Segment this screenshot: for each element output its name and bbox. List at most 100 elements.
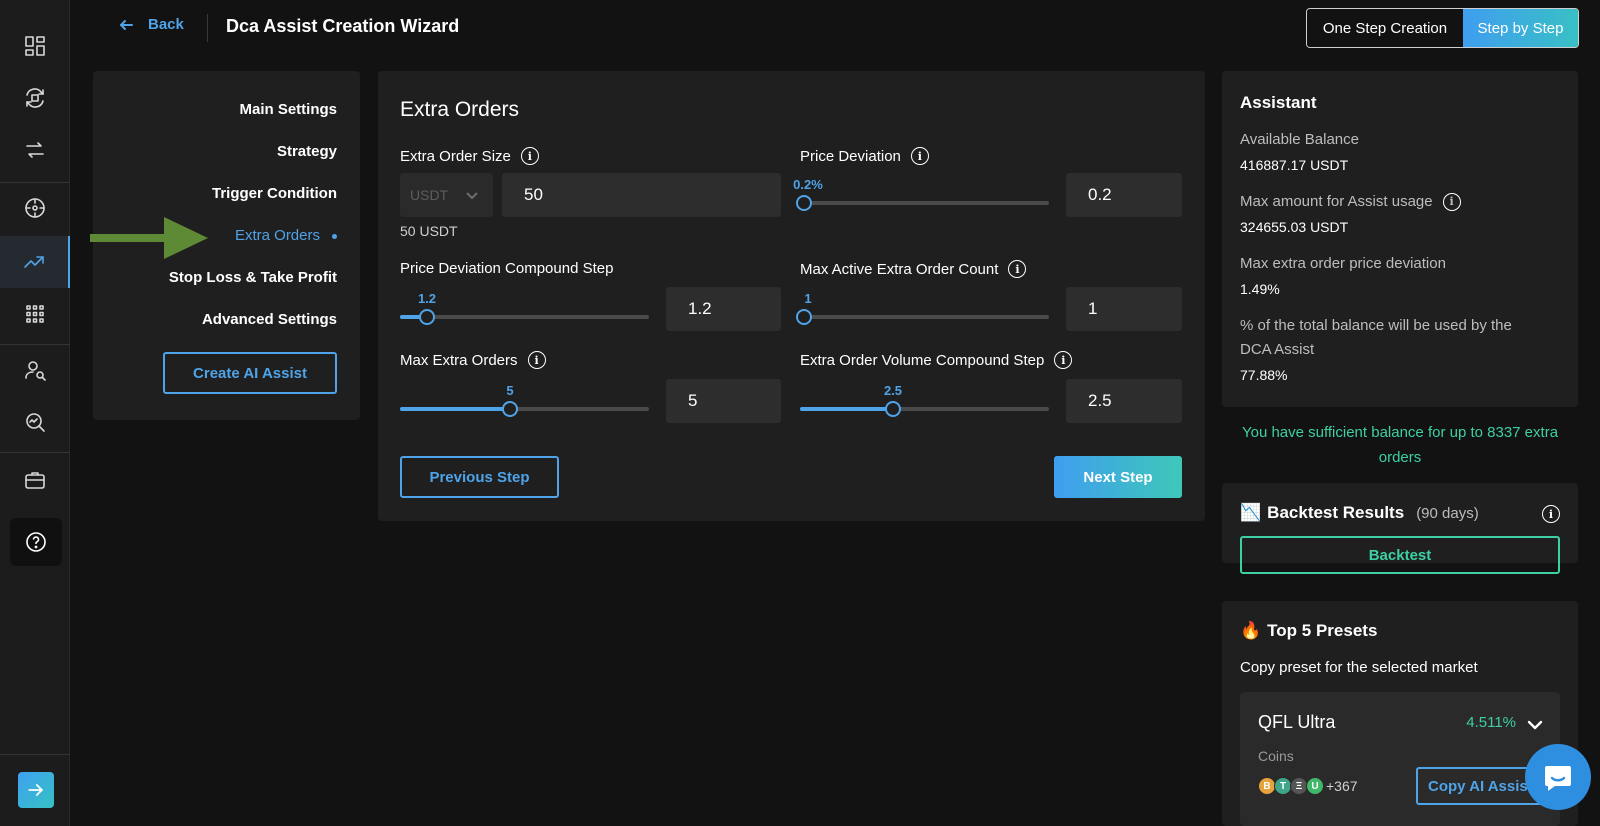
backtest-title-text: Backtest Results	[1267, 503, 1405, 522]
creation-mode-toggle: One Step Creation Step by Step	[1306, 8, 1579, 48]
section-heading: Extra Orders	[400, 98, 520, 121]
available-balance-value: 416887.17 USDT	[1240, 157, 1349, 173]
backtest-days: (90 days)	[1416, 504, 1479, 522]
info-icon[interactable]: i	[1054, 351, 1073, 369]
assistant-title: Assistant	[1240, 93, 1317, 112]
chevron-down-icon	[466, 192, 478, 200]
extra-orders-card: Extra Orders Extra Order Size i USDT 50 …	[378, 71, 1205, 521]
slider-value-label: 1.2	[417, 291, 437, 306]
page-title: Dca Assist Creation Wizard	[226, 16, 460, 36]
currency-select[interactable]: USDT	[400, 173, 493, 217]
step-extra-orders-label: Extra Orders	[234, 227, 320, 244]
presets-description: Copy preset for the selected market	[1240, 659, 1478, 676]
target-icon[interactable]	[0, 186, 70, 230]
info-icon[interactable]: i	[1442, 193, 1461, 211]
compound-step-text: Price Deviation Compound Step	[400, 260, 614, 277]
grid-apps-icon[interactable]	[0, 292, 70, 336]
max-amount-label: Max amount for Assist usage i	[1240, 190, 1461, 214]
assistant-panel: Assistant Available Balance 416887.17 US…	[1222, 71, 1578, 407]
bots-cycle-icon[interactable]	[0, 76, 70, 120]
slider-value-label: 0.2%	[793, 177, 823, 192]
chat-launcher-icon[interactable]	[1525, 744, 1591, 810]
info-icon[interactable]: i	[1542, 505, 1560, 523]
create-ai-assist-button[interactable]: Create AI Assist	[163, 352, 337, 394]
compound-step-input[interactable]: 1.2	[666, 287, 781, 331]
more-coins-count: +367	[1326, 778, 1358, 794]
info-icon[interactable]: i	[910, 147, 929, 165]
sufficient-line1: You have sufficient balance for up to 83…	[1241, 424, 1559, 441]
slider-value-label: 5	[506, 383, 514, 398]
max-active-text: Max Active Extra Order Count	[800, 260, 999, 278]
max-active-slider[interactable]: 1	[796, 291, 1049, 325]
analytics-search-icon[interactable]	[0, 400, 70, 444]
slider-value-label: 2.5	[883, 383, 903, 398]
max-active-input[interactable]: 1	[1066, 287, 1182, 331]
active-step-dot	[332, 233, 337, 239]
step-stop-loss-take-profit[interactable]: Stop Loss & Take Profit	[169, 269, 337, 286]
info-icon[interactable]: i	[520, 147, 539, 165]
previous-step-button[interactable]: Previous Step	[400, 456, 559, 498]
briefcase-icon[interactable]	[0, 458, 70, 502]
fire-icon: 🔥	[1240, 621, 1262, 640]
coin-icon: U	[1306, 777, 1324, 795]
step-by-step-button[interactable]: Step by Step	[1463, 9, 1578, 47]
step-extra-orders[interactable]: Extra Orders	[235, 227, 337, 244]
slider-thumb[interactable]	[419, 309, 435, 325]
help-icon[interactable]	[10, 518, 62, 566]
backtest-title: 📉 Backtest Results (90 days)	[1240, 503, 1479, 523]
chevron-down-icon[interactable]	[1526, 716, 1544, 734]
user-search-icon[interactable]	[0, 348, 70, 392]
coin-list: B T Ξ U +367	[1258, 777, 1358, 795]
expand-arrow-icon[interactable]	[18, 772, 54, 808]
currency-value: USDT	[410, 187, 449, 203]
price-deviation-label: Price Deviation i	[800, 147, 929, 165]
preset-name: QFL Ultra	[1258, 712, 1336, 732]
preset-return: 4.511%	[1466, 714, 1516, 731]
nav-rail	[0, 0, 70, 826]
backtest-panel: 📉 Backtest Results (90 days) i Backtest	[1222, 483, 1578, 574]
step-advanced-settings[interactable]: Advanced Settings	[202, 311, 337, 328]
volume-step-slider[interactable]: 2.5	[800, 383, 1049, 417]
extra-order-size-hint: 50 USDT	[400, 223, 458, 239]
presets-panel: 🔥 Top 5 Presets Copy preset for the sele…	[1222, 601, 1578, 826]
compound-step-slider[interactable]: 1.2	[400, 291, 649, 325]
max-amount-text: Max amount for Assist usage	[1240, 193, 1433, 210]
volume-step-label: Extra Order Volume Compound Step i	[800, 351, 1073, 369]
max-extra-orders-input[interactable]: 5	[666, 379, 781, 423]
max-deviation-value: 1.49%	[1240, 281, 1280, 297]
next-step-button[interactable]: Next Step	[1054, 456, 1182, 498]
trending-icon[interactable]	[0, 236, 70, 288]
price-deviation-input[interactable]: 0.2	[1066, 173, 1182, 217]
info-icon[interactable]: i	[527, 351, 546, 369]
backtest-button[interactable]: Backtest	[1240, 536, 1560, 574]
chart-down-icon: 📉	[1240, 503, 1262, 522]
presets-title: 🔥 Top 5 Presets	[1240, 621, 1377, 641]
max-extra-orders-slider[interactable]: 5	[400, 383, 649, 417]
slider-thumb[interactable]	[502, 401, 518, 417]
info-icon[interactable]: i	[1008, 260, 1027, 278]
step-trigger-condition[interactable]: Trigger Condition	[212, 185, 337, 202]
slider-value-label: 1	[804, 291, 812, 306]
one-step-creation-button[interactable]: One Step Creation	[1307, 9, 1463, 47]
swap-icon[interactable]	[0, 128, 70, 172]
slider-thumb[interactable]	[796, 195, 812, 211]
slider-thumb[interactable]	[885, 401, 901, 417]
volume-step-input[interactable]: 2.5	[1066, 379, 1182, 423]
extra-order-size-text: Extra Order Size	[400, 147, 511, 165]
max-extra-orders-text: Max Extra Orders	[400, 351, 518, 369]
extra-order-size-input[interactable]: 50	[502, 173, 781, 217]
step-main-settings[interactable]: Main Settings	[239, 101, 337, 118]
balance-usage-label-line2: DCA Assist	[1240, 341, 1315, 358]
dashboard-icon[interactable]	[0, 24, 70, 68]
max-deviation-label: Max extra order price deviation	[1240, 255, 1446, 272]
step-strategy[interactable]: Strategy	[277, 143, 337, 160]
price-deviation-slider[interactable]: 0.2%	[793, 177, 1049, 211]
back-button[interactable]: Back	[118, 16, 184, 33]
preset-card[interactable]: QFL Ultra 4.511% Coins B T Ξ U +367 Copy…	[1240, 692, 1560, 826]
balance-usage-value: 77.88%	[1240, 367, 1288, 383]
volume-step-text: Extra Order Volume Compound Step	[800, 351, 1045, 369]
max-extra-orders-label: Max Extra Orders i	[400, 351, 546, 369]
max-active-label: Max Active Extra Order Count i	[800, 260, 1027, 278]
available-balance-label: Available Balance	[1240, 131, 1359, 148]
slider-thumb[interactable]	[796, 309, 812, 325]
